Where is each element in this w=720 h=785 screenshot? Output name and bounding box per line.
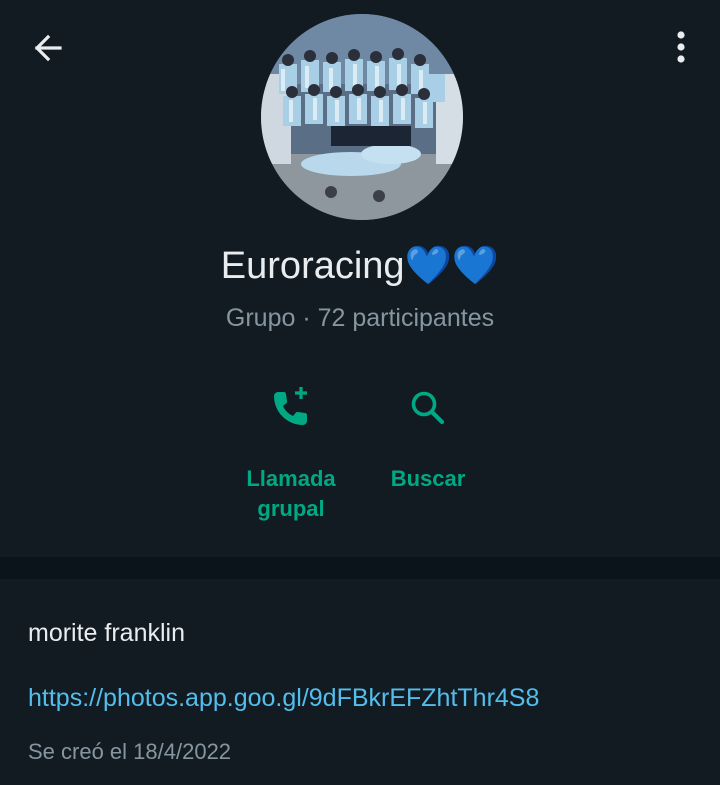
group-header: Euroracing💙💙 Grupo · 72 participantes Ll…	[0, 0, 720, 557]
search-button[interactable]: Buscar	[378, 384, 478, 494]
group-call-button[interactable]: Llamada grupal	[232, 384, 350, 524]
group-avatar[interactable]	[261, 14, 463, 220]
phone-add-icon	[274, 387, 307, 425]
group-name: Euroracing💙💙	[0, 240, 720, 292]
group-info-section: morite franklin https://photos.app.goo.g…	[0, 579, 720, 785]
group-call-label-line2: grupal	[257, 496, 325, 521]
group-photo	[261, 14, 463, 220]
group-description-link[interactable]: https://photos.app.goo.gl/9dFBkrEFZhtThr…	[28, 684, 539, 713]
group-subtitle: Grupo · 72 participantes	[225, 304, 495, 332]
group-created-date: Se creó el 18/4/2022	[28, 739, 232, 764]
group-description: morite franklin	[28, 619, 185, 647]
search-label: Buscar	[390, 466, 466, 491]
group-name-text: Euroracing💙💙	[220, 245, 500, 287]
more-options-icon[interactable]	[668, 30, 694, 64]
group-call-label-line1: Llamada	[246, 466, 336, 491]
search-icon	[411, 391, 445, 425]
section-divider	[0, 557, 720, 579]
group-call-label: Llamada grupal	[232, 464, 350, 524]
back-arrow-icon[interactable]	[30, 30, 66, 66]
